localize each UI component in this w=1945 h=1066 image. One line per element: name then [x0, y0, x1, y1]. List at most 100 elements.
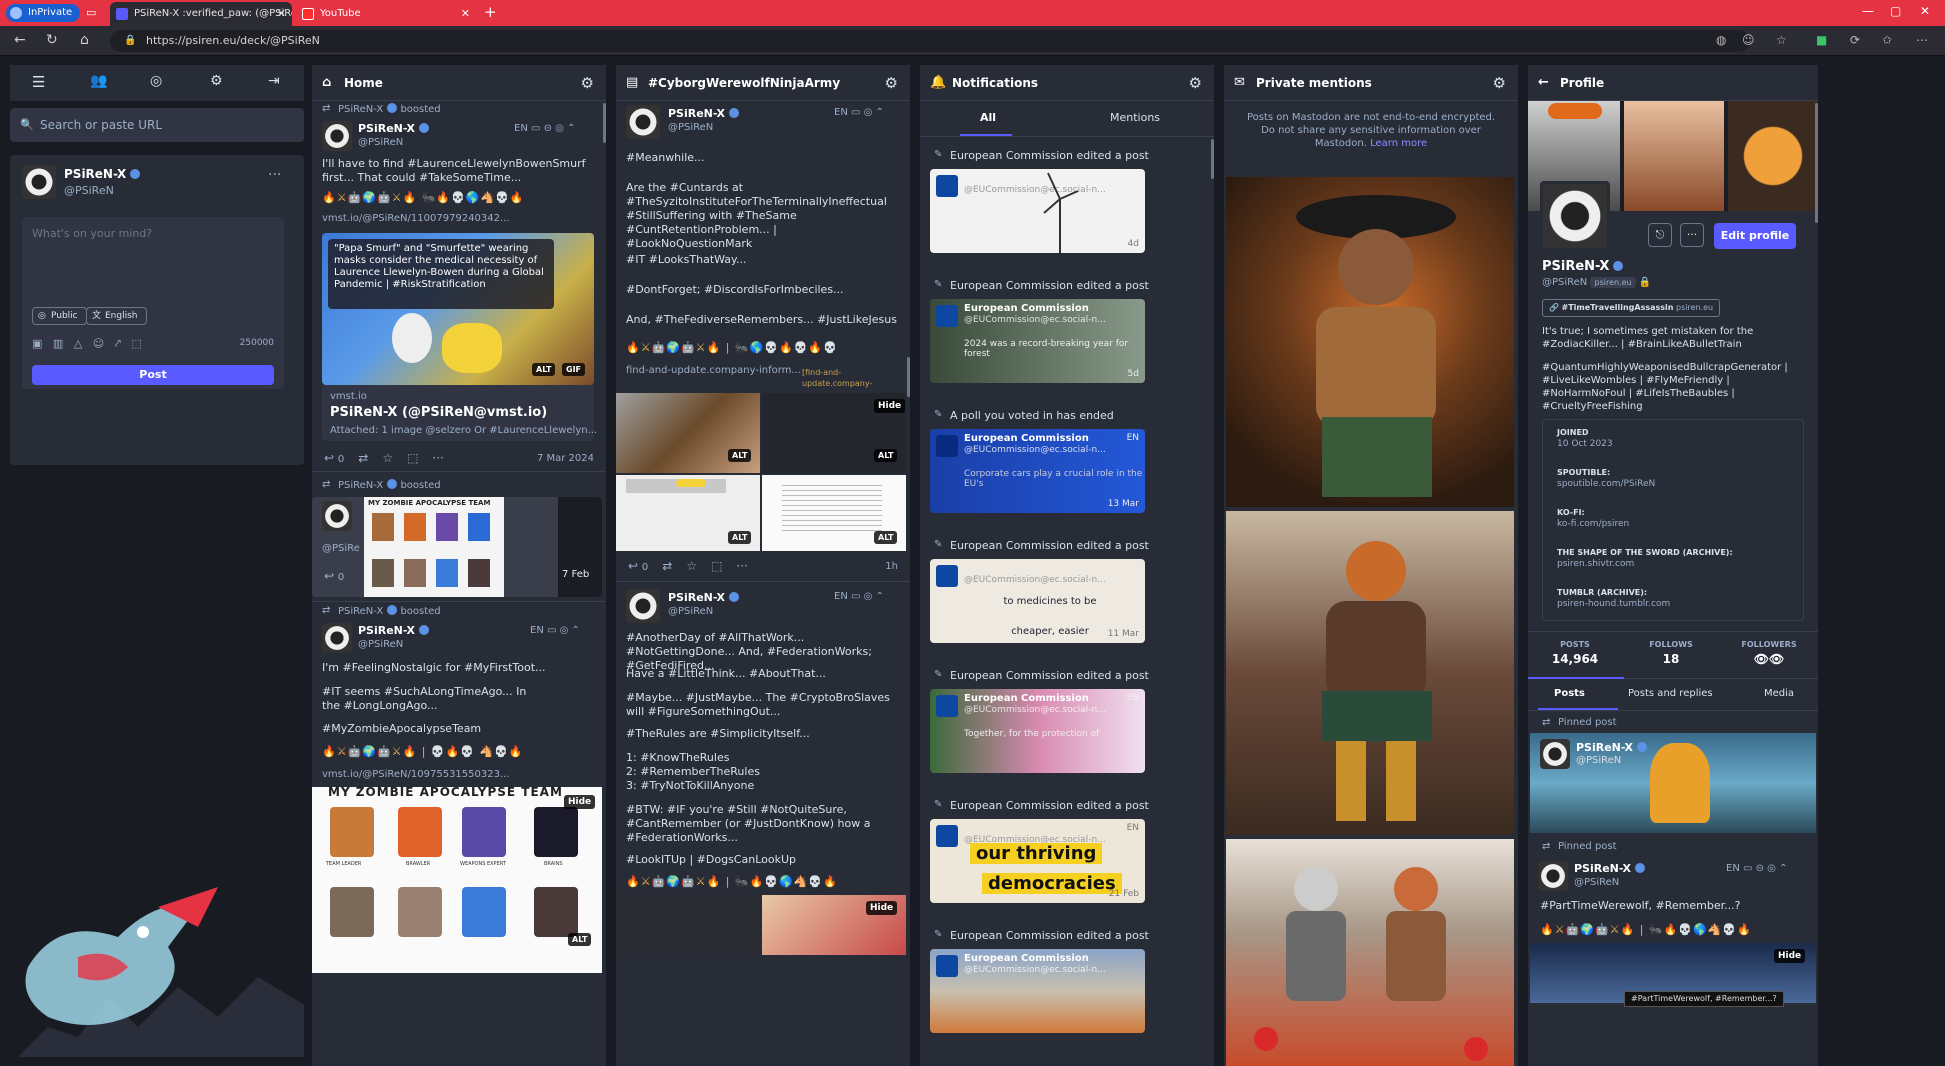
- favorite-icon[interactable]: ☆: [1776, 33, 1787, 47]
- warning-icon[interactable]: △: [74, 337, 82, 350]
- profile-avatar[interactable]: [1540, 181, 1610, 251]
- gif-badge[interactable]: GIF: [562, 363, 586, 376]
- gallery-image-1[interactable]: ALT: [616, 393, 760, 473]
- werewolf-warrior-image[interactable]: [1226, 511, 1514, 835]
- home-icon[interactable]: ⌂: [80, 32, 89, 48]
- reply-icon[interactable]: ↩ 0: [324, 569, 344, 583]
- hide-button[interactable]: Hide: [1774, 949, 1806, 963]
- sync-icon[interactable]: ⟳: [1850, 33, 1860, 47]
- image-icon[interactable]: ▣: [32, 337, 42, 350]
- notification-card[interactable]: European Commission EN @EUCommission@ec.…: [930, 429, 1145, 513]
- column-settings-icon[interactable]: ⚙: [1189, 65, 1202, 101]
- tab-youtube[interactable]: YouTube ✕: [296, 2, 476, 26]
- column-settings-icon[interactable]: ⚙: [885, 65, 898, 101]
- notification-card[interactable]: EN @EUCommission@ec.social-n... our thri…: [930, 819, 1145, 903]
- search-input[interactable]: 🔍 Search or paste URL: [10, 108, 304, 142]
- tab-media[interactable]: Media: [1764, 688, 1794, 699]
- column-header[interactable]: ⌂ Home ⚙: [312, 65, 606, 101]
- bookmark-icon[interactable]: ⬚: [711, 559, 722, 573]
- pirate-werewolf-image[interactable]: [1226, 177, 1514, 507]
- learn-more-link[interactable]: Learn more: [1370, 138, 1427, 149]
- tab-all[interactable]: All: [980, 111, 996, 124]
- more-button[interactable]: ···: [1680, 223, 1704, 247]
- share-button[interactable]: ⎋: [1648, 223, 1672, 247]
- url-field[interactable]: 🔒 https://psiren.eu/deck/@PSiReN: [110, 30, 1750, 52]
- boost-icon[interactable]: ⇄: [662, 559, 672, 573]
- alt-badge[interactable]: ALT: [568, 933, 592, 946]
- stat-followers[interactable]: FOLLOWERS 👁👁: [1734, 640, 1804, 666]
- post-display-name[interactable]: PSiReN-X: [668, 591, 740, 604]
- emoji-icon[interactable]: ☺: [93, 337, 104, 350]
- column-header[interactable]: ▤ #CyborgWerewolfNinjaArmy ⚙: [616, 65, 910, 101]
- pinned-post-1[interactable]: PSiReN-X @PSiReN: [1530, 733, 1816, 833]
- tab-psiren[interactable]: PSiReN-X :verified_paw: (@PSiRe... ✕: [110, 2, 292, 26]
- more-icon[interactable]: ···: [432, 451, 443, 465]
- hide-button[interactable]: Hide: [564, 795, 596, 809]
- post-link[interactable]: vmst.io/@PSiReN/10975531550323...: [322, 769, 510, 780]
- tab-posts[interactable]: Posts: [1554, 688, 1585, 699]
- gallery-image-4[interactable]: ALT: [762, 475, 906, 551]
- home-scrollbar[interactable]: [603, 103, 606, 143]
- hamburger-icon[interactable]: ☰: [32, 73, 45, 91]
- post-image[interactable]: MY ZOMBIE APOCALYPSE TEAM TEAM LEADER BR…: [312, 787, 602, 973]
- post-link[interactable]: find-and-update.company-inform...: [626, 365, 806, 376]
- stat-posts[interactable]: POSTS 14,964: [1540, 640, 1610, 666]
- post-button[interactable]: Post: [32, 365, 274, 385]
- edit-profile-button[interactable]: Edit profile: [1714, 223, 1796, 249]
- notification-card[interactable]: European Commission @EUCommission@ec.soc…: [930, 299, 1145, 383]
- alt-badge[interactable]: ALT: [532, 363, 556, 376]
- visibility-button[interactable]: ◎ Public: [32, 307, 87, 325]
- avatar[interactable]: [626, 589, 660, 623]
- favorites-bar-icon[interactable]: ✩: [1882, 33, 1892, 47]
- refresh-icon[interactable]: ↻: [46, 32, 58, 48]
- image-gallery[interactable]: ALT Hide ALT ALT ALT: [616, 393, 906, 551]
- quote-icon[interactable]: ⤤: [115, 337, 121, 350]
- reading-icon[interactable]: ☺: [1742, 33, 1755, 47]
- hashtag-scrollbar[interactable]: [907, 357, 910, 397]
- boosted-post-preview[interactable]: @PSiRe MY ZOMBIE APOCALYPSE TEAM 7 Feb ↩…: [312, 497, 602, 597]
- stat-follows[interactable]: FOLLOWS 18: [1636, 640, 1706, 666]
- featured-tag[interactable]: 🔗 #TimeTravellingAssassin psiren.eu: [1542, 299, 1721, 317]
- bookmark-icon[interactable]: ⬚: [131, 337, 141, 350]
- gallery-image-2[interactable]: Hide ALT: [762, 393, 906, 473]
- settings-icon[interactable]: ⚙: [210, 73, 223, 89]
- people-icon[interactable]: 👥: [90, 73, 107, 89]
- post-display-name[interactable]: PSiReN-X: [1574, 862, 1646, 875]
- post-display-name[interactable]: PSiReN-X: [668, 107, 740, 120]
- column-settings-icon[interactable]: ⚙: [581, 65, 594, 101]
- highlanders-image[interactable]: [1226, 839, 1514, 1066]
- logout-icon[interactable]: ⇥: [268, 73, 280, 89]
- close-tab-icon[interactable]: ✕: [461, 2, 470, 26]
- post-display-name[interactable]: PSiReN-X: [358, 122, 430, 135]
- compose-textarea[interactable]: What's on your mind?: [32, 227, 152, 240]
- avatar[interactable]: [322, 623, 352, 653]
- account-display-name[interactable]: PSiReN-X: [64, 167, 141, 181]
- link-card[interactable]: vmst.io PSiReN-X (@PSiReN@vmst.io) Attac…: [322, 385, 597, 441]
- avatar[interactable]: [1538, 861, 1568, 891]
- bookmark-icon[interactable]: ⬚: [407, 451, 418, 465]
- avatar[interactable]: [626, 105, 660, 139]
- more-icon[interactable]: ···: [736, 559, 747, 573]
- maximize-icon[interactable]: ▢: [1890, 4, 1901, 18]
- menu-icon[interactable]: ⋯: [1916, 33, 1928, 47]
- star-icon[interactable]: ☆: [686, 559, 697, 573]
- avatar[interactable]: [322, 121, 352, 151]
- notification-card[interactable]: @EUCommission@ec.social-n... to medicine…: [930, 559, 1145, 643]
- post-image[interactable]: "Papa Smurf" and "Smurfette" wearing mas…: [322, 233, 594, 385]
- back-arrow-icon[interactable]: ←: [1538, 65, 1549, 101]
- reply-icon[interactable]: ↩ 0: [628, 559, 648, 573]
- inprivate-badge[interactable]: InPrivate: [6, 4, 81, 22]
- gallery-image-3[interactable]: ALT: [616, 475, 760, 551]
- column-header[interactable]: 🔔 Notifications ⚙: [920, 65, 1214, 101]
- avatar[interactable]: [22, 165, 56, 199]
- globe-icon[interactable]: ◎: [150, 73, 162, 89]
- tab-mentions[interactable]: Mentions: [1110, 111, 1160, 124]
- extension-icon[interactable]: ■: [1816, 33, 1827, 47]
- column-header[interactable]: ← Profile: [1528, 65, 1818, 101]
- notification-card[interactable]: European Commission EN @EUCommission@ec.…: [930, 689, 1145, 773]
- language-button[interactable]: 文 English: [86, 307, 147, 325]
- reply-icon[interactable]: ↩ 0: [324, 451, 344, 465]
- notifications-scrollbar[interactable]: [1211, 139, 1214, 179]
- star-icon[interactable]: ☆: [382, 451, 393, 465]
- column-header[interactable]: ✉ Private mentions ⚙: [1224, 65, 1518, 101]
